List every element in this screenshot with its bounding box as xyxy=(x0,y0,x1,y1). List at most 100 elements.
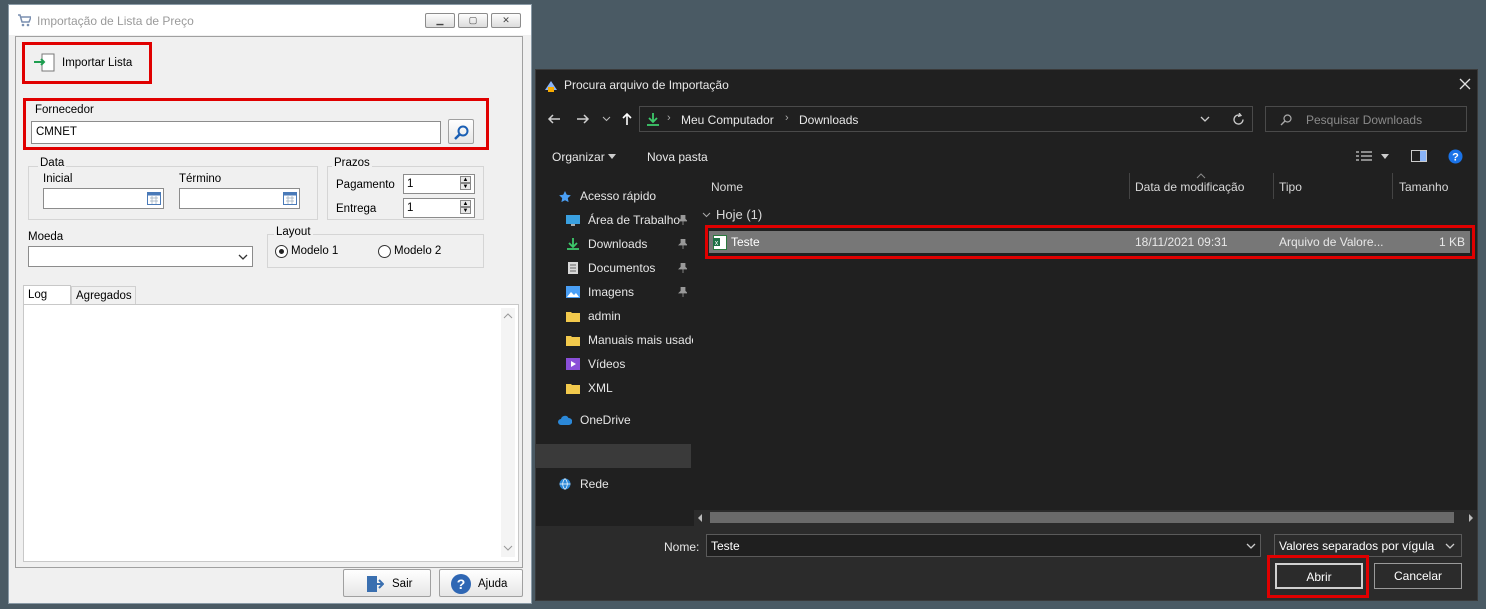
view-options-icon[interactable] xyxy=(1356,150,1372,162)
minimize-button[interactable]: ▁ xyxy=(425,13,455,28)
fornecedor-label: Fornecedor xyxy=(35,104,94,116)
group-header: Hoje (1) xyxy=(716,207,763,222)
breadcrumb-downloads[interactable]: Downloads xyxy=(799,113,858,127)
sidebar-item-label: Vídeos xyxy=(588,357,626,371)
folder-icon xyxy=(566,312,580,322)
pagamento-spin[interactable]: ▲ ▼ xyxy=(460,176,472,192)
svg-text:?: ? xyxy=(1452,152,1459,164)
cancel-button[interactable]: Cancelar xyxy=(1374,563,1462,589)
pagamento-value: 1 xyxy=(407,178,414,190)
filter-value: Valores separados por vígula xyxy=(1279,539,1435,553)
fornecedor-field[interactable]: CMNET xyxy=(31,121,441,144)
horizontal-scrollbar[interactable] xyxy=(694,510,1477,526)
back-arrow-icon[interactable] xyxy=(547,113,561,125)
search-supplier-button[interactable] xyxy=(448,119,474,144)
help-icon: ? xyxy=(451,574,471,594)
tab-agregados[interactable]: Agregados xyxy=(71,286,136,305)
new-folder-button[interactable]: Nova pasta xyxy=(647,150,708,164)
calendar-icon[interactable] xyxy=(283,192,297,205)
maximize-button[interactable]: ▢ xyxy=(458,13,488,28)
entrega-stepper[interactable]: 1 ▲ ▼ xyxy=(403,198,475,218)
chevron-down-icon[interactable] xyxy=(602,116,611,122)
log-scrollbar[interactable] xyxy=(501,308,515,557)
column-type[interactable]: Tipo xyxy=(1279,180,1302,194)
open-button[interactable]: Abrir xyxy=(1275,563,1363,589)
organize-menu[interactable]: Organizar xyxy=(552,150,605,164)
breadcrumb-separator: › xyxy=(667,112,671,124)
close-button[interactable]: ✕ xyxy=(491,13,521,28)
column-divider xyxy=(1129,173,1130,199)
caret-down-icon[interactable] xyxy=(608,154,616,159)
dialog-title-bar: Procura arquivo de Importação xyxy=(536,70,1477,100)
chevron-down-icon[interactable] xyxy=(1445,543,1455,550)
spin-down-icon[interactable]: ▼ xyxy=(460,207,471,214)
tab-log[interactable]: Log xyxy=(23,285,71,305)
search-input[interactable]: Pesquisar Downloads xyxy=(1265,106,1467,132)
chevron-down-icon[interactable] xyxy=(1200,116,1210,123)
chevron-down-icon[interactable] xyxy=(1246,543,1256,550)
calendar-icon[interactable] xyxy=(147,192,161,205)
layout-label: Layout xyxy=(274,226,313,238)
refresh-icon[interactable] xyxy=(1232,113,1245,126)
column-size[interactable]: Tamanho xyxy=(1399,180,1448,194)
cancel-label: Cancelar xyxy=(1393,569,1443,583)
spin-up-icon[interactable]: ▲ xyxy=(460,200,471,207)
forward-arrow-icon[interactable] xyxy=(576,113,590,125)
breadcrumb-computer[interactable]: Meu Computador xyxy=(681,113,774,127)
exit-door-icon xyxy=(367,576,384,592)
ajuda-label: Ajuda xyxy=(478,578,508,590)
address-bar[interactable]: › Meu Computador › Downloads xyxy=(639,106,1253,132)
inicial-date-field[interactable] xyxy=(43,188,164,209)
column-name[interactable]: Nome xyxy=(711,180,743,194)
modelo2-radio[interactable] xyxy=(378,245,391,258)
app-icon xyxy=(545,81,557,92)
pin-icon xyxy=(678,263,687,273)
termino-date-field[interactable] xyxy=(179,188,300,209)
caret-down-icon[interactable] xyxy=(1381,154,1389,159)
import-list-button[interactable]: Importar Lista xyxy=(27,47,147,79)
close-icon[interactable] xyxy=(1459,78,1471,90)
file-size: 1 KB xyxy=(1438,235,1465,249)
filename-input[interactable]: Teste xyxy=(706,534,1261,557)
download-icon xyxy=(647,113,659,126)
csv-file-icon: x xyxy=(713,235,727,250)
modelo2-label: Modelo 2 xyxy=(394,245,442,257)
spin-up-icon[interactable]: ▲ xyxy=(460,176,471,183)
scroll-left-icon[interactable] xyxy=(697,514,703,522)
svg-text:?: ? xyxy=(457,576,466,592)
fornecedor-group: Fornecedor CMNET xyxy=(23,98,489,150)
help-icon[interactable]: ? xyxy=(1448,149,1463,164)
image-icon xyxy=(566,286,580,298)
moeda-select[interactable] xyxy=(28,246,253,267)
desktop-icon xyxy=(566,215,580,226)
sair-label: Sair xyxy=(392,578,413,590)
chevron-down-icon xyxy=(238,254,248,260)
sair-button[interactable]: Sair xyxy=(343,569,431,597)
column-date[interactable]: Data de modificação xyxy=(1135,180,1244,194)
file-date: 18/11/2021 09:31 xyxy=(1135,235,1228,249)
pagamento-stepper[interactable]: 1 ▲ ▼ xyxy=(403,174,475,194)
modelo1-radio[interactable] xyxy=(275,245,288,258)
file-open-dialog: Procura arquivo de Importação › Meu Comp… xyxy=(535,69,1478,601)
svg-text:x: x xyxy=(715,240,719,247)
scroll-up-icon[interactable] xyxy=(503,312,513,320)
preview-pane-icon[interactable] xyxy=(1411,150,1427,162)
log-panel xyxy=(23,304,519,562)
file-type-filter[interactable]: Valores separados por vígula xyxy=(1274,534,1462,557)
scroll-right-icon[interactable] xyxy=(1468,514,1474,522)
pin-icon xyxy=(678,239,687,249)
file-type: Arquivo de Valore... xyxy=(1279,235,1384,249)
file-row-teste[interactable]: x Teste 18/11/2021 09:31 Arquivo de Valo… xyxy=(709,231,1470,253)
network-icon xyxy=(559,478,571,490)
filename-label: Nome: xyxy=(664,540,700,554)
file-list-area: Nome Data de modificação Tipo Tamanho Ho… xyxy=(691,173,1477,526)
scroll-down-icon[interactable] xyxy=(503,544,513,552)
spin-down-icon[interactable]: ▼ xyxy=(460,183,471,190)
chevron-down-icon[interactable] xyxy=(702,212,711,218)
import-file-icon xyxy=(34,53,55,72)
scrollbar-thumb[interactable] xyxy=(710,512,1454,523)
up-arrow-icon[interactable] xyxy=(621,112,633,126)
ajuda-button[interactable]: ? Ajuda xyxy=(439,569,523,597)
entrega-spin[interactable]: ▲ ▼ xyxy=(460,200,472,216)
cloud-icon xyxy=(558,415,572,425)
